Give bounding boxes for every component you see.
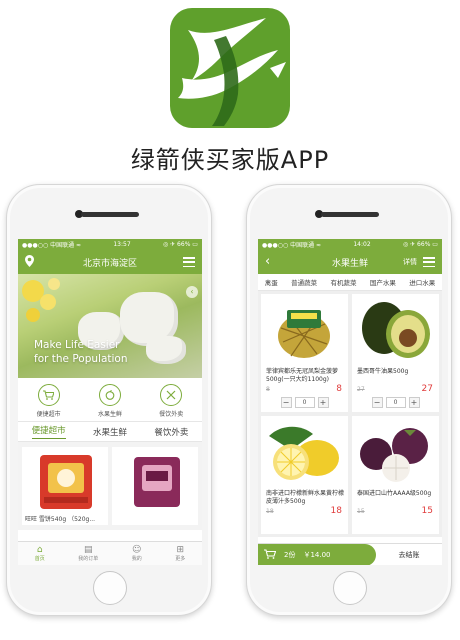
battery: ◎ ✈ 66% ▭ [162,241,198,248]
cart-icon [37,384,60,406]
sub-category-tabs: 禽蛋 普通蔬菜 有机蔬菜 国产水果 进口水果 [258,274,442,291]
screen-home: ●●●○○ 中国联通 ≈ 13:57 ◎ ✈ 66% ▭ 北京市海淀区 Make… [18,239,202,565]
phone-right: ●●●○○ 中国联通 ≈ 14:02 ◎ ✈ 66% ▭ ‹ 水果生鲜 详情 禽… [246,184,452,616]
location-title[interactable]: 北京市海淀区 [18,256,202,269]
status-bar: ●●●○○ 中国联通 ≈ 13:57 ◎ ✈ 66% ▭ [18,239,202,250]
clock: 14:02 [353,241,371,248]
category-fruit[interactable]: 水果生鲜 [82,384,138,418]
quantity-value[interactable]: 0 [294,397,315,408]
subtab[interactable]: 禽蛋 [265,277,278,287]
bottom-nav: ⌂ 首页 ▤ 我的订单 ☺ 我的 ⊞ 更多 [18,541,202,565]
menu-icon[interactable] [423,257,435,267]
tab-fruit[interactable]: 水果生鲜 [93,426,127,438]
increase-button[interactable]: + [317,397,329,408]
carrier: ●●●○○ 中国联通 ≈ [22,242,82,249]
quantity-value[interactable]: 0 [385,397,406,408]
phone-left: ●●●○○ 中国联通 ≈ 13:57 ◎ ✈ 66% ▭ 北京市海淀区 Make… [6,184,212,616]
product-card-avocado[interactable]: 墨西哥牛油果500g 27 27 − 0 + [352,294,439,412]
product-card[interactable]: 旺旺 雪饼540g （520g... [22,447,108,525]
nav-bar: 北京市海淀区 [18,250,202,274]
location-pin-icon[interactable] [25,254,34,270]
price: 18 [330,506,342,516]
screen-fruit: ●●●○○ 中国联通 ≈ 14:02 ◎ ✈ 66% ▭ ‹ 水果生鲜 详情 禽… [258,239,442,565]
product-card-mangosteen[interactable]: 泰国进口山竹AAAA级500g 15 15 [352,416,439,534]
user-icon: ☺ [132,545,142,555]
subtab[interactable]: 普通蔬菜 [291,277,317,287]
nav-home[interactable]: ⌂ 首页 [35,545,45,562]
original-price: 27 [357,386,365,393]
cart-icon [264,548,277,561]
mangosteen-image [360,428,428,482]
decrease-button[interactable]: − [371,397,383,408]
app-logo [170,8,290,128]
cutlery-icon [160,384,183,406]
product-card-lemon[interactable]: 南非进口柠檬新鲜水果黄柠檬 皮薄汁多500g 18 18 [261,416,348,534]
banner-next-icon[interactable]: ‹ [186,286,198,298]
nav-orders[interactable]: ▤ 我的订单 [78,545,98,562]
decrease-button[interactable]: − [280,397,292,408]
product-image [40,455,92,509]
subtab[interactable]: 有机蔬菜 [330,277,356,287]
category-supermarket[interactable]: 便捷超市 [21,384,77,418]
product-list: 旺旺 雪饼540g （520g... [18,442,202,530]
nav-profile[interactable]: ☺ 我的 [132,545,142,562]
nav-bar: ‹ 水果生鲜 详情 [258,250,442,274]
tab-supermarket[interactable]: 便捷超市 [31,424,66,439]
carrier: ●●●○○ 中国联通 ≈ [262,242,322,249]
battery: ◎ ✈ 66% ▭ [402,241,438,248]
lemon-image [269,426,339,480]
cart-count: 2份 [284,550,296,559]
original-price: 18 [266,508,274,515]
price: 8 [336,384,342,394]
subtab[interactable]: 进口水果 [409,277,435,287]
increase-button[interactable]: + [408,397,420,408]
subtab[interactable]: 国产水果 [370,277,396,287]
home-button[interactable] [93,571,127,605]
price: 15 [421,506,433,516]
back-icon[interactable]: ‹ [265,255,270,268]
menu-icon[interactable] [183,257,195,267]
avocado-image [362,302,430,358]
app-title: 绿箭侠买家版APP [130,146,330,174]
product-image [134,457,180,507]
cart-summary[interactable]: 2份 ￥14.00 [258,543,376,565]
quantity-stepper: − 0 + [266,397,343,408]
clock: 13:57 [113,241,131,248]
product-name: 墨西哥牛油果500g [357,368,409,375]
product-name: 泰国进口山竹AAAA级500g [357,490,432,497]
price: 27 [421,384,433,394]
fruit-icon [98,384,121,406]
home-icon: ⌂ [36,545,43,555]
app-showcase: 绿箭侠买家版APP ●●●○○ 中国联通 ≈ 13:57 ◎ ✈ 66% ▭ 北… [0,0,460,640]
grid-icon: ⊞ [176,545,185,555]
home-button[interactable] [333,571,367,605]
quantity-stepper: − 0 + [357,397,434,408]
product-card[interactable] [112,447,198,525]
checkout-button[interactable]: 去结账 [376,550,442,560]
category-shortcuts: 便捷超市 水果生鲜 餐饮外卖 [18,378,202,422]
tab-takeout[interactable]: 餐饮外卖 [154,426,188,438]
product-grid: 菲律宾都乐无冠凤梨金菠萝500g(一只大约1100g) 8 8 − 0 + 墨西… [258,291,442,537]
status-bar: ●●●○○ 中国联通 ≈ 14:02 ◎ ✈ 66% ▭ [258,239,442,250]
home-tabs: 便捷超市 水果生鲜 餐饮外卖 [18,422,202,442]
speaker [81,212,139,217]
speaker [321,212,379,217]
category-takeout[interactable]: 餐饮外卖 [143,384,199,418]
cart-bar: 2份 ￥14.00 去结账 [258,543,442,565]
product-card-pineapple[interactable]: 菲律宾都乐无冠凤梨金菠萝500g(一只大约1100g) 8 8 − 0 + [261,294,348,412]
pineapple-image [278,310,330,358]
cart-total: ￥14.00 [303,550,331,559]
promo-banner[interactable]: Make Life Easier for the Population ‹ [18,274,202,378]
original-price: 8 [266,386,270,393]
orders-icon: ▤ [83,545,93,555]
product-name: 菲律宾都乐无冠凤梨金菠萝500g(一只大约1100g) [266,368,339,383]
nav-more[interactable]: ⊞ 更多 [175,545,185,562]
original-price: 15 [357,508,365,515]
product-name: 旺旺 雪饼540g （520g... [25,516,96,523]
detail-link[interactable]: 详情 [403,257,417,267]
banner-slogan: Make Life Easier for the Population [34,339,128,365]
product-name: 南非进口柠檬新鲜水果黄柠檬 皮薄汁多500g [266,490,345,505]
